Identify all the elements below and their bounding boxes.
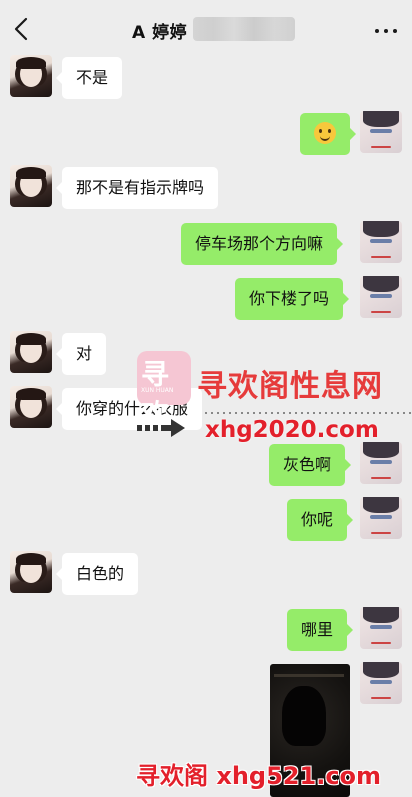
- blurred-name: [193, 17, 295, 41]
- message-bubble[interactable]: 对: [55, 333, 107, 375]
- chat-title: A 婷婷: [132, 23, 188, 43]
- self-avatar[interactable]: [360, 276, 402, 318]
- smile-emoji-icon: [314, 122, 336, 144]
- watermark-bottom: 寻欢阁 xhg521.com: [136, 762, 382, 790]
- message-row: 灰色啊: [0, 442, 412, 488]
- contact-avatar[interactable]: [10, 551, 52, 593]
- contact-avatar[interactable]: [10, 331, 52, 373]
- watermark-logo: 寻欢 XUN HUAN: [137, 351, 191, 431]
- message-row: [0, 111, 412, 157]
- chat-header: A 婷婷: [0, 0, 412, 58]
- message-bubble[interactable]: 白色的: [55, 553, 139, 595]
- contact-avatar[interactable]: [10, 165, 52, 207]
- self-avatar[interactable]: [360, 221, 402, 263]
- message-bubble[interactable]: 那不是有指示牌吗: [55, 167, 219, 209]
- message-bubble[interactable]: 不是: [55, 57, 123, 99]
- watermark-logo-sub: XUN HUAN: [141, 387, 174, 394]
- message-row: 哪里: [0, 607, 412, 653]
- message-row: 停车场那个方向嘛: [0, 221, 412, 267]
- contact-avatar[interactable]: [10, 386, 52, 428]
- more-dots-icon[interactable]: [374, 20, 398, 40]
- message-bubble[interactable]: 你呢: [287, 499, 354, 541]
- self-avatar[interactable]: [360, 497, 402, 539]
- self-avatar[interactable]: [360, 607, 402, 649]
- arrow-right-icon: [137, 416, 189, 440]
- watermark-banner: 寻欢 XUN HUAN 寻欢阁性息网: [137, 351, 389, 431]
- contact-avatar[interactable]: [10, 55, 52, 97]
- self-avatar[interactable]: [360, 111, 402, 153]
- self-avatar[interactable]: [360, 442, 402, 484]
- watermark-divider: [205, 412, 412, 414]
- message-bubble[interactable]: 停车场那个方向嘛: [181, 223, 344, 265]
- message-bubble[interactable]: 灰色啊: [269, 444, 352, 486]
- message-row: 白色的: [0, 551, 412, 597]
- self-avatar[interactable]: [360, 662, 402, 704]
- message-row: 那不是有指示牌吗: [0, 165, 412, 211]
- watermark-site-name: 寻欢阁性息网: [197, 369, 383, 404]
- message-bubble[interactable]: 哪里: [287, 609, 354, 651]
- message-row: 不是: [0, 55, 412, 101]
- watermark-url: xhg2020.com: [205, 417, 379, 443]
- message-bubble[interactable]: 你下楼了吗: [235, 278, 350, 320]
- message-bubble[interactable]: [300, 113, 356, 155]
- message-row: 你呢: [0, 497, 412, 543]
- message-row: 你下楼了吗: [0, 276, 412, 322]
- chevron-left-icon[interactable]: [10, 14, 34, 44]
